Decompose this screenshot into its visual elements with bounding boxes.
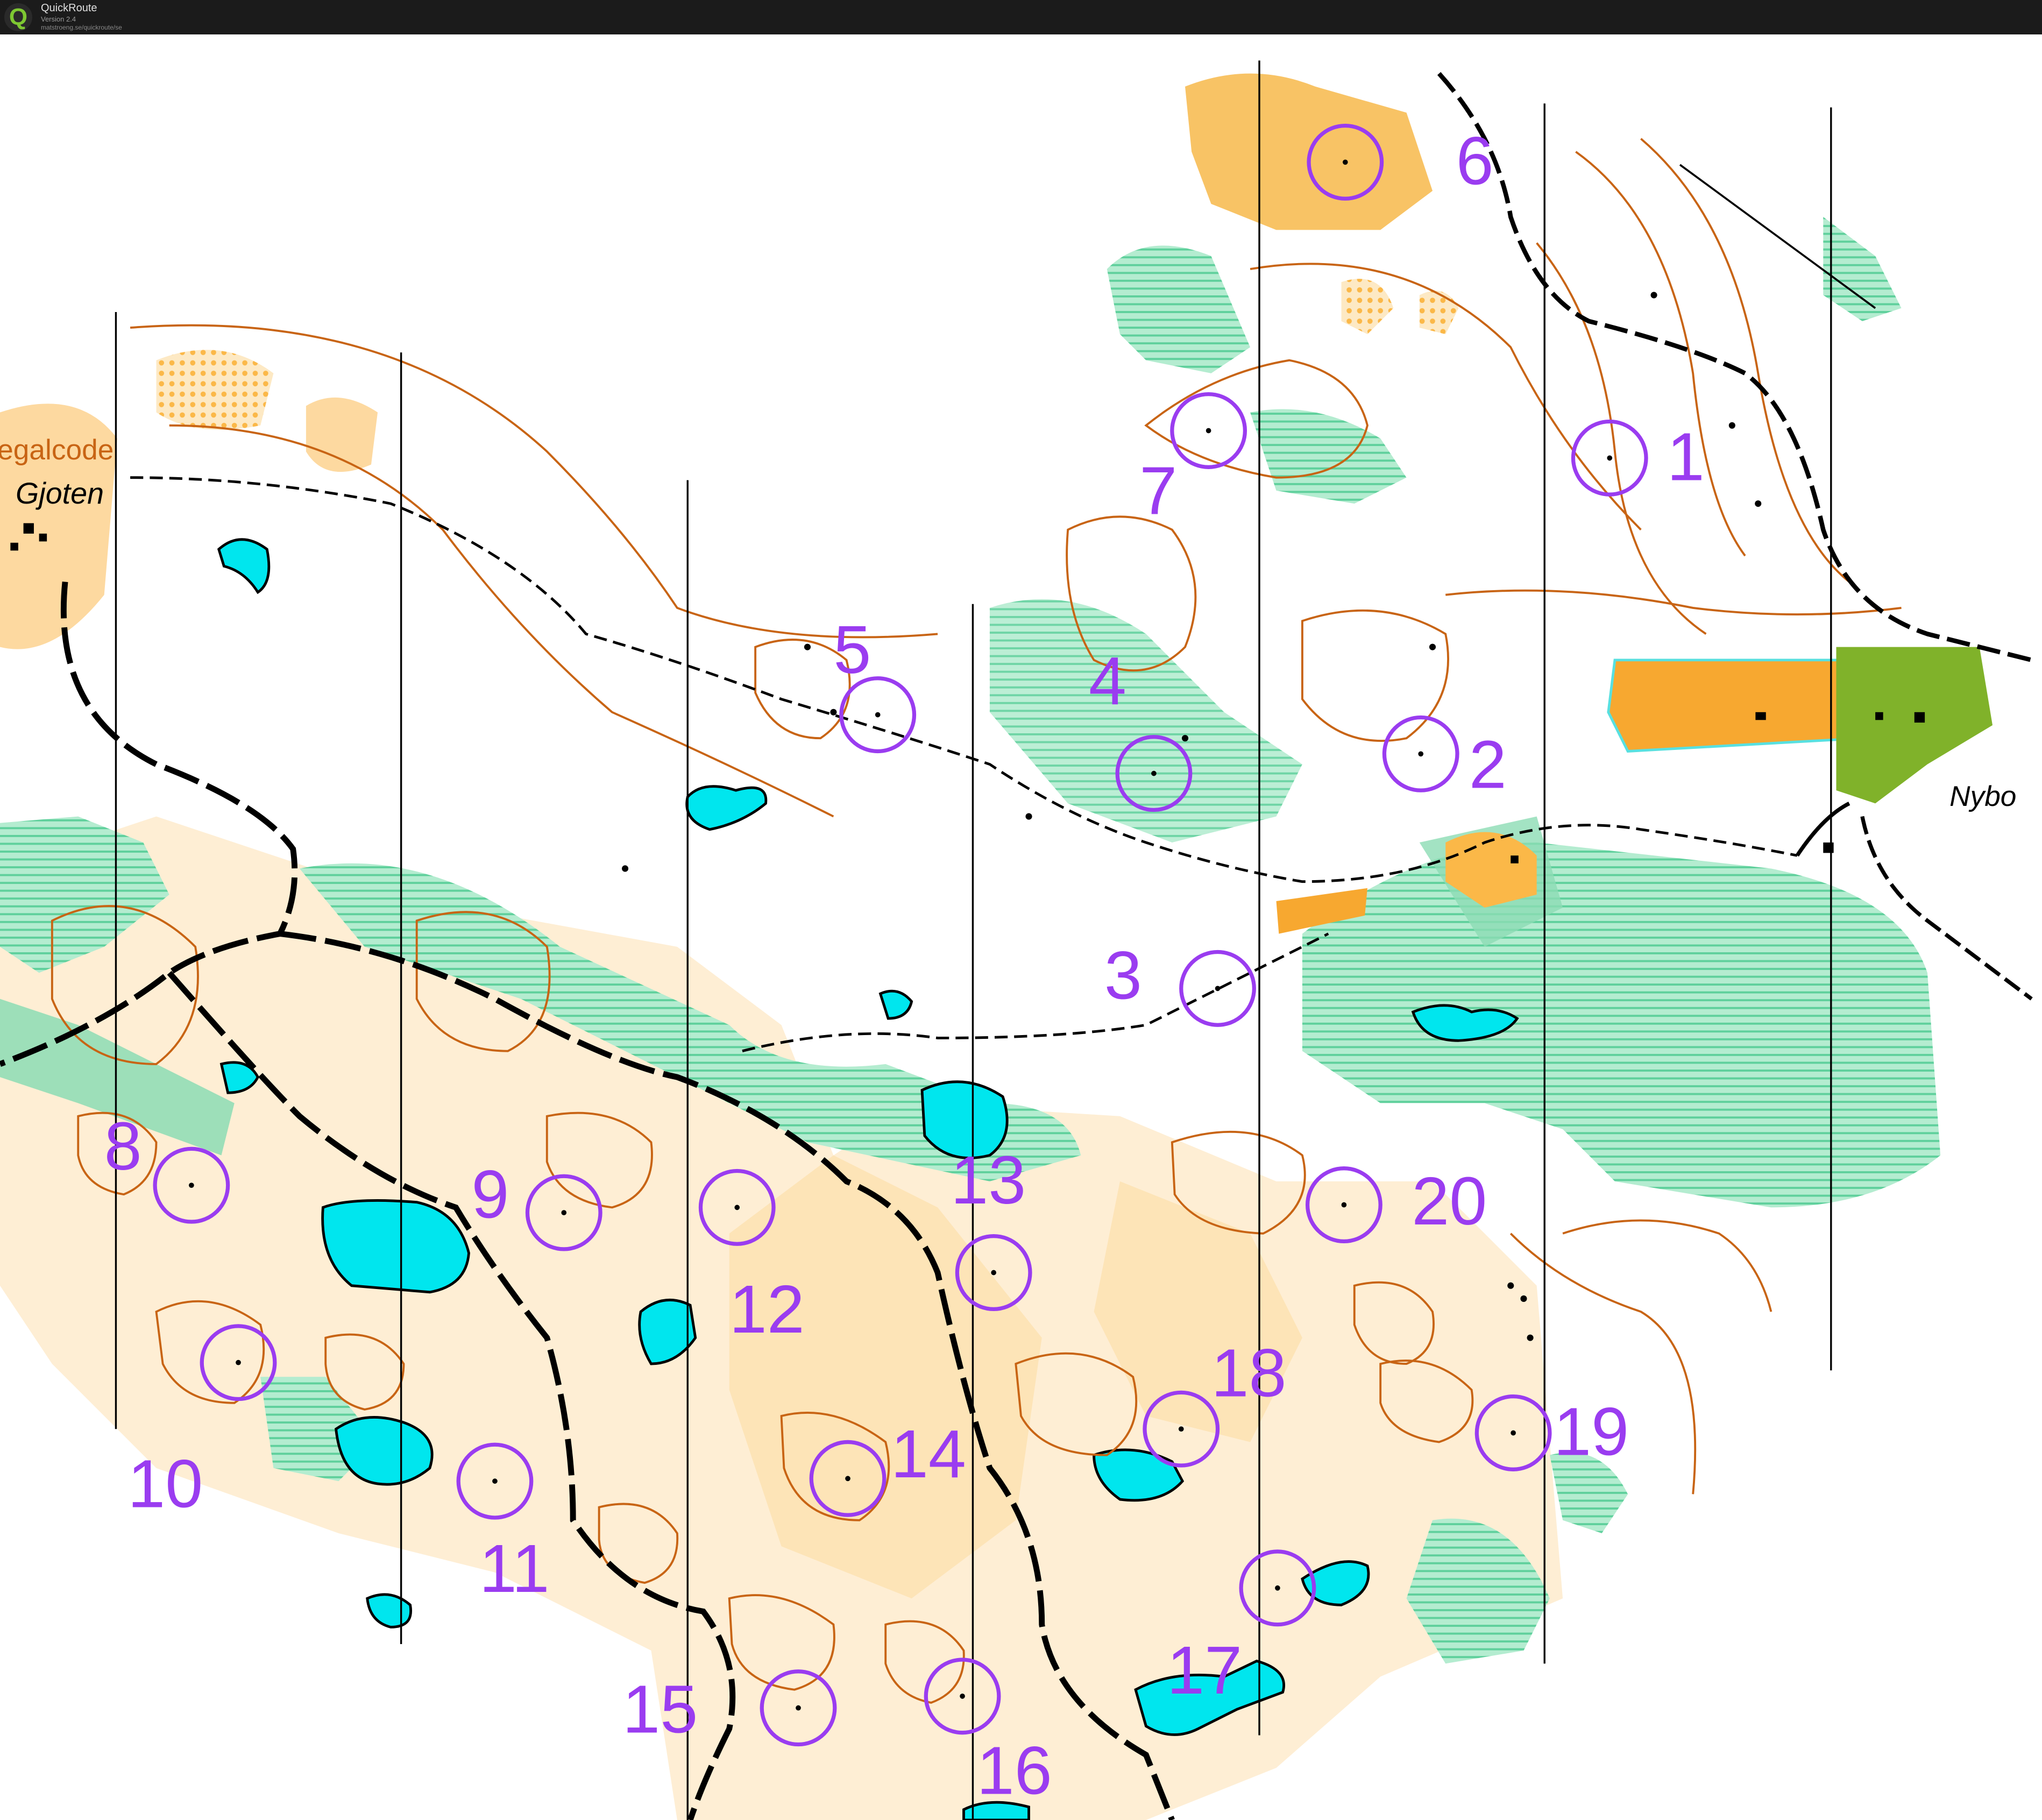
- control-number-10: 10: [127, 1446, 203, 1522]
- control-number-18: 18: [1211, 1335, 1286, 1411]
- control-number-15: 15: [622, 1672, 698, 1747]
- control-feature-dot-17: [1275, 1585, 1280, 1591]
- control-feature-dot-18: [1178, 1426, 1184, 1432]
- control-number-12: 12: [729, 1271, 805, 1347]
- control-number-17: 17: [1167, 1632, 1242, 1708]
- control-feature-dot-20: [1341, 1202, 1347, 1208]
- control-number-4: 4: [1089, 643, 1126, 719]
- control-feature-dot-7: [1206, 428, 1211, 434]
- control-feature-dot-5: [875, 712, 881, 718]
- control-feature-dot-13: [991, 1270, 997, 1276]
- control-number-6: 6: [1456, 123, 1494, 199]
- app-url: matstroeng.se/quickroute/se: [41, 24, 122, 31]
- control-feature-dot-14: [845, 1476, 850, 1482]
- control-number-2: 2: [1469, 726, 1507, 802]
- app-version: Version 2.4: [41, 15, 76, 23]
- control-number-11: 11: [479, 1531, 550, 1606]
- control-number-19: 19: [1554, 1394, 1629, 1470]
- control-feature-dot-6: [1342, 159, 1348, 165]
- control-feature-dot-12: [734, 1205, 740, 1210]
- control-number-20: 20: [1412, 1163, 1487, 1239]
- partial-map-text: egalcode: [0, 434, 114, 466]
- control-feature-dot-8: [189, 1182, 194, 1188]
- control-feature-dot-4: [1151, 770, 1157, 776]
- quickroute-logo-icon: Q: [4, 3, 32, 31]
- control-feature-dot-11: [492, 1478, 498, 1484]
- place-label-gjoten: Gjoten: [16, 477, 104, 510]
- control-number-16: 16: [977, 1733, 1052, 1809]
- control-number-3: 3: [1104, 938, 1142, 1014]
- control-number-14: 14: [891, 1416, 966, 1492]
- control-feature-dot-10: [236, 1359, 241, 1365]
- control-feature-dot-1: [1607, 455, 1613, 461]
- control-number-9: 9: [471, 1157, 509, 1233]
- control-number-8: 8: [104, 1108, 142, 1184]
- control-number-13: 13: [951, 1142, 1026, 1218]
- app-title: QuickRoute: [41, 2, 97, 14]
- control-number-5: 5: [833, 612, 871, 688]
- window-titlebar: Q QuickRoute Version 2.4 matstroeng.se/q…: [0, 0, 2042, 34]
- control-number-1: 1: [1667, 419, 1705, 494]
- control-feature-dot-19: [1511, 1430, 1516, 1436]
- control-feature-dot-15: [796, 1705, 801, 1711]
- control-feature-dot-16: [960, 1694, 965, 1699]
- orienteering-map[interactable]: Gjoten Nybo egalcode 1234567891011121314…: [0, 34, 2042, 1820]
- control-feature-dot-9: [561, 1210, 567, 1215]
- control-feature-dot-2: [1418, 751, 1424, 757]
- place-label-nybo: Nybo: [1949, 781, 2016, 812]
- control-number-7: 7: [1139, 452, 1177, 528]
- control-feature-dot-3: [1215, 986, 1221, 992]
